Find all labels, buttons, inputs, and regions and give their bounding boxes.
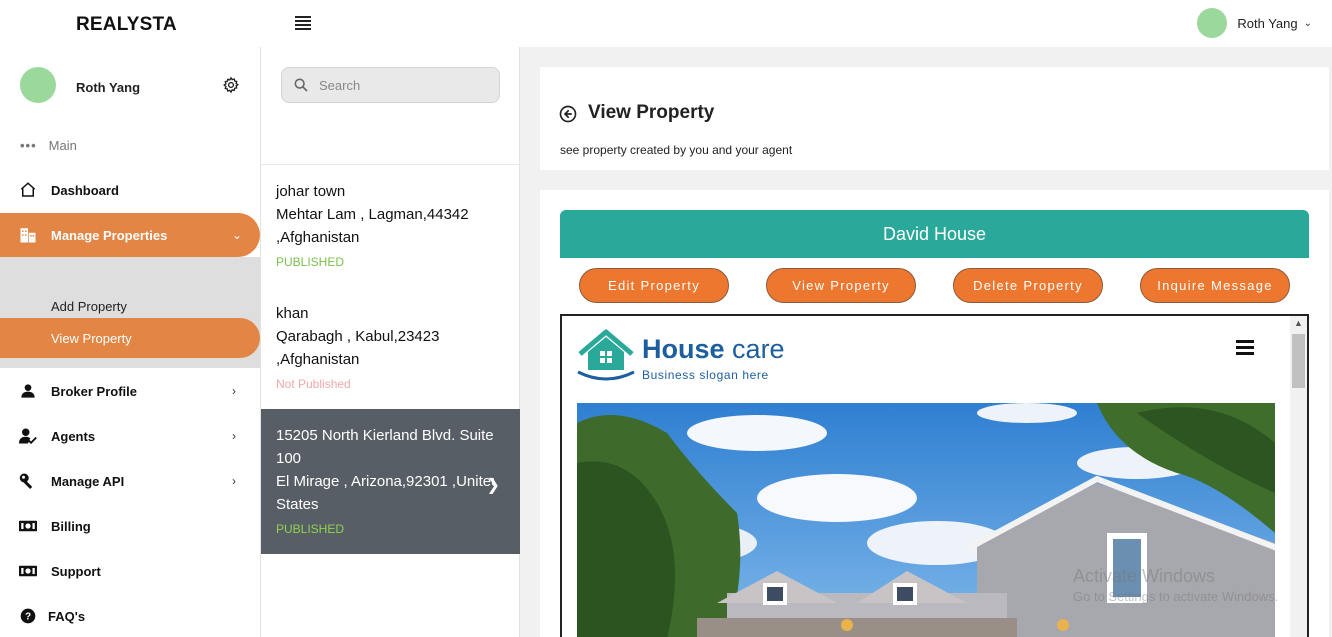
- user-check-icon: [18, 426, 38, 446]
- user-icon: [18, 381, 38, 401]
- sidebar-item-support[interactable]: Support: [0, 549, 260, 593]
- submenu-manage-properties: Add Property View Property: [0, 257, 260, 368]
- house-logo-icon: [577, 329, 635, 381]
- inquire-message-button[interactable]: Inquire Message: [1140, 268, 1290, 303]
- svg-text:?: ?: [25, 611, 31, 622]
- section-label: ••• Main: [20, 138, 77, 153]
- house-care-logo: House care Business slogan here: [576, 328, 806, 382]
- edit-property-button[interactable]: Edit Property: [579, 268, 729, 303]
- windows-activation-watermark: Activate Windows Go to Settings to activ…: [1073, 566, 1279, 604]
- user-menu[interactable]: Roth Yang ⌄: [1197, 8, 1312, 38]
- user-name: Roth Yang: [1237, 15, 1298, 31]
- more-dots-icon: •••: [20, 138, 37, 153]
- sidebar: Roth Yang ••• Main Dashboard Manage Prope…: [0, 47, 260, 637]
- sidebar-item-agents[interactable]: Agents ›: [0, 414, 260, 458]
- chevron-right-icon: ›: [232, 384, 236, 398]
- profile-name: Roth Yang: [76, 80, 141, 95]
- key-icon: [18, 471, 38, 491]
- money-icon: [18, 516, 38, 536]
- action-buttons: Edit Property View Property Delete Prope…: [560, 258, 1309, 314]
- chevron-down-icon: ⌄: [1303, 17, 1312, 29]
- status-badge: PUBLISHED: [276, 255, 345, 269]
- gear-icon[interactable]: [222, 76, 240, 94]
- list-item[interactable]: khan Qarabagh , Kabul,23423 ,Afghanistan…: [261, 287, 520, 409]
- question-icon: ?: [18, 606, 38, 626]
- status-badge: PUBLISHED: [276, 522, 345, 536]
- view-property-button[interactable]: View Property: [766, 268, 916, 303]
- hamburger-menu-icon[interactable]: [1236, 340, 1254, 356]
- hamburger-menu-icon[interactable]: [295, 16, 311, 30]
- chevron-right-icon: ›: [232, 474, 236, 488]
- top-bar: REALYSTA Roth Yang ⌄: [0, 0, 1332, 47]
- list-item-selected[interactable]: 15205 North Kierland Blvd. Suite 100 El …: [261, 409, 520, 554]
- money-icon: [18, 561, 38, 581]
- chevron-up-icon[interactable]: ▲: [1294, 318, 1303, 328]
- sidebar-item-billing[interactable]: Billing: [0, 504, 260, 548]
- avatar: [20, 67, 56, 103]
- chevron-right-icon[interactable]: ❯: [487, 475, 500, 495]
- scrollbar[interactable]: ▲: [1290, 316, 1307, 637]
- sidebar-item-faqs[interactable]: ? FAQ's: [0, 594, 260, 637]
- building-icon: [18, 225, 38, 245]
- home-icon: [18, 180, 38, 200]
- list-item[interactable]: johar town Mehtar Lam , Lagman,44342 ,Af…: [261, 165, 520, 285]
- search-box[interactable]: [281, 67, 500, 103]
- sidebar-item-manage-api[interactable]: Manage API ›: [0, 459, 260, 503]
- back-arrow-icon[interactable]: [559, 105, 577, 123]
- sidebar-item-dashboard[interactable]: Dashboard: [0, 168, 260, 212]
- avatar: [1197, 8, 1228, 38]
- sidebar-profile: Roth Yang: [20, 67, 260, 105]
- status-badge: Not Published: [276, 377, 351, 391]
- property-title-bar: David House: [560, 210, 1309, 258]
- sidebar-item-manage-properties[interactable]: Manage Properties ⌄: [0, 213, 260, 257]
- search-input[interactable]: [319, 77, 479, 93]
- property-list-panel: johar town Mehtar Lam , Lagman,44342 ,Af…: [260, 47, 520, 637]
- page-header: View Property see property created by yo…: [540, 67, 1329, 170]
- scrollbar-thumb[interactable]: [1292, 334, 1305, 388]
- sidebar-subitem-view-property[interactable]: View Property: [0, 318, 260, 358]
- chevron-right-icon: ›: [232, 429, 236, 443]
- page-subtitle: see property created by you and your age…: [560, 143, 793, 157]
- chevron-down-icon: ⌄: [232, 228, 243, 242]
- brand-logo[interactable]: REALYSTA: [76, 14, 177, 36]
- search-icon: [294, 78, 308, 92]
- delete-property-button[interactable]: Delete Property: [953, 268, 1103, 303]
- property-name: David House: [882, 223, 987, 244]
- sidebar-item-broker-profile[interactable]: Broker Profile ›: [0, 369, 260, 413]
- page-title: View Property: [588, 102, 715, 123]
